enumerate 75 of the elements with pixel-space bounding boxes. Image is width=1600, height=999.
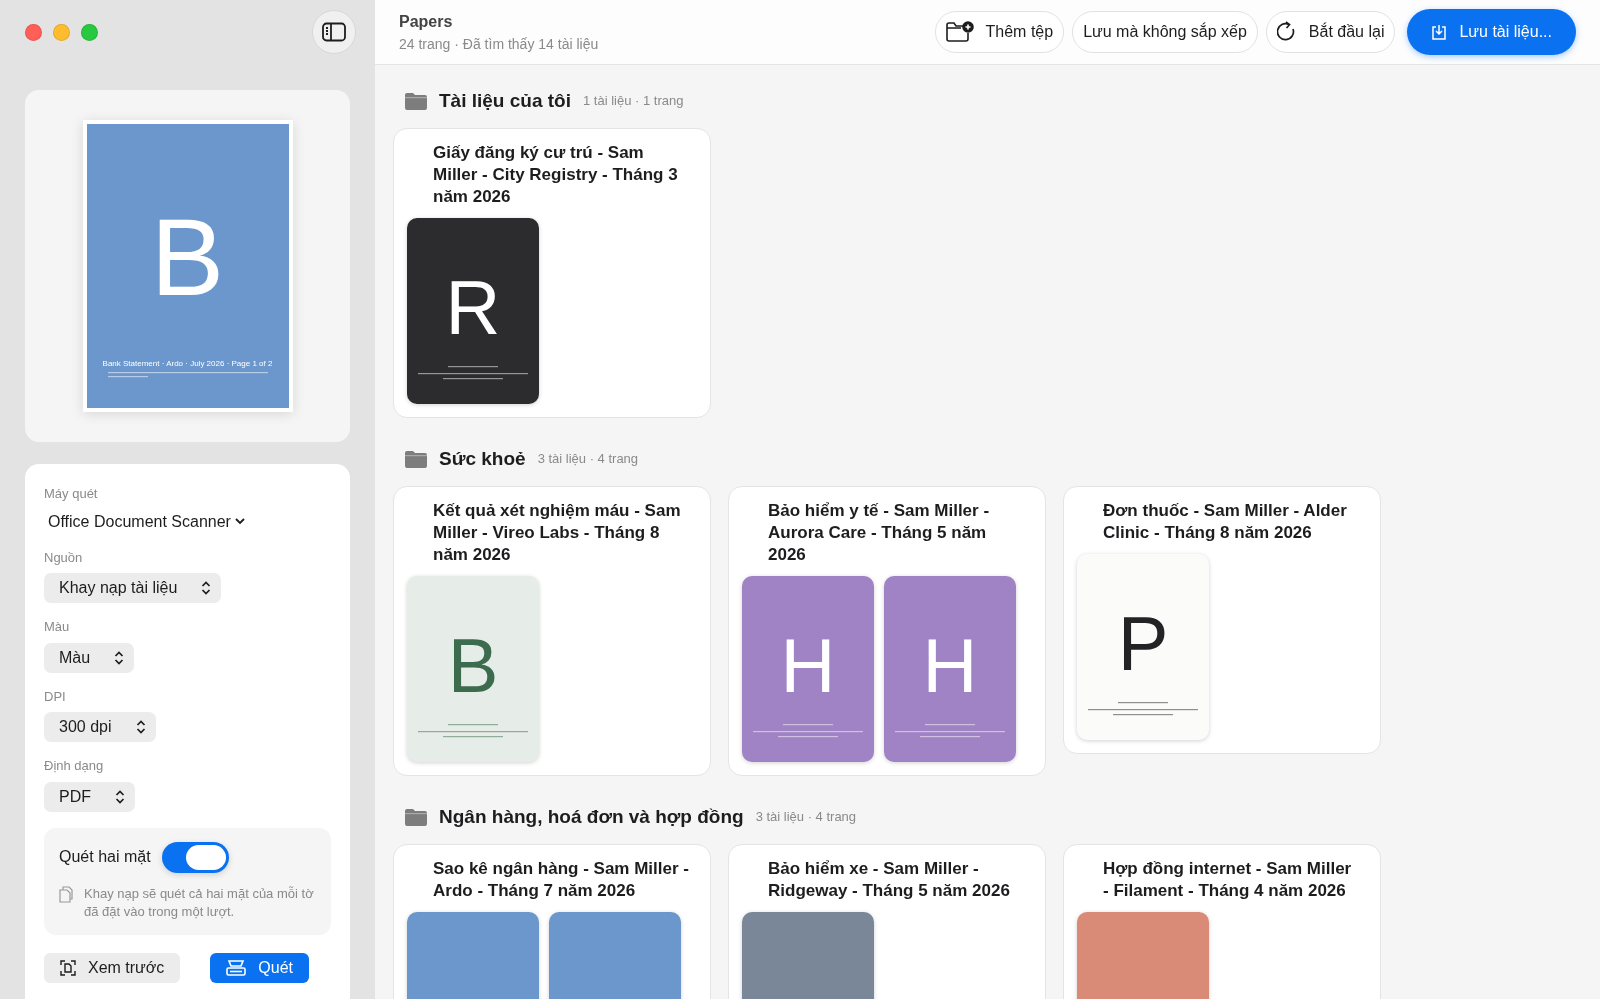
text-lines-icon: [107, 372, 268, 378]
page-letter: B: [447, 628, 499, 704]
toggle-switch[interactable]: [161, 841, 229, 873]
text-lines-icon: [895, 724, 1005, 738]
page-letter: R: [445, 270, 501, 346]
window-subtitle: 24 trang · Đã tìm thấy 14 tài liệu: [399, 34, 599, 54]
page-thumbnail[interactable]: P: [1077, 554, 1209, 740]
folder-icon: [405, 450, 427, 468]
download-icon: [1431, 24, 1448, 40]
page-letter: P: [1117, 606, 1169, 682]
document-title: Hợp đồng internet - Sam Miller - Filament - Tháng 4 năm 2026: [1102, 858, 1353, 902]
up-down-chevron-icon: [201, 581, 212, 595]
scan-button[interactable]: Quét: [210, 952, 309, 983]
text-lines-icon: [1088, 702, 1198, 716]
document-card[interactable]: Sao kê ngân hàng - Sam Miller - Ardo - Tháng 7 năm 2026: [393, 844, 711, 999]
section-title: Ngân hàng, hoá đơn và hợp đồng: [439, 804, 744, 829]
document-card[interactable]: Kết quả xét nghiệm máu - Sam Miller - Vireo Labs - Tháng 8 năm 2026 B: [393, 486, 711, 776]
text-lines-icon: [418, 366, 528, 380]
section-meta: 3 tài liệu · 4 trang: [537, 450, 639, 469]
preview-icon: [60, 959, 76, 976]
toolbar-button[interactable]: Bắt đầu lại: [1265, 11, 1396, 53]
toolbar-button[interactable]: Lưu mà không sắp xếp: [1072, 11, 1258, 53]
sidebar-icon: [322, 22, 346, 42]
folder-icon: [405, 808, 427, 826]
window-control-icon[interactable]: [53, 23, 70, 41]
document-title: Bảo hiểm y tế - Sam Miller - Aurora Care - Tháng 5 năm 2026: [767, 500, 991, 566]
document-title: Bảo hiểm xe - Sam Miller - Ridgeway - Tháng 5 năm 2026: [767, 858, 1011, 902]
up-down-chevron-icon: [135, 720, 146, 734]
text-lines-icon: [753, 724, 863, 738]
field-label: DPI: [44, 687, 67, 706]
document-card[interactable]: Đơn thuốc - Sam Miller - Alder Clinic - Tháng 8 năm 2026 P: [1063, 486, 1381, 754]
toolbar-button[interactable]: Thêm tệp: [934, 11, 1065, 53]
select-field[interactable]: Màu: [44, 642, 135, 673]
page-letter: B: [150, 202, 225, 312]
sidebar-toggle-button[interactable]: [312, 10, 356, 54]
section-title: Tài liệu của tôi: [439, 88, 571, 113]
select-field[interactable]: Khay nạp tài liệu: [44, 573, 222, 603]
folder-icon: [405, 92, 427, 110]
document-title: Kết quả xét nghiệm máu - Sam Miller - Vireo Labs - Tháng 8 năm 2026: [432, 500, 682, 566]
refresh-icon: [1276, 21, 1297, 43]
page-letter: H: [780, 628, 836, 704]
select-field[interactable]: PDF: [44, 781, 135, 812]
toggle-label: Quét hai mặt: [59, 847, 151, 867]
preview-button[interactable]: Xem trước: [44, 952, 181, 983]
document-title: Giấy đăng ký cư trú - Sam Miller - City Registry - Tháng 3 năm 2026: [432, 142, 679, 208]
hint-text: Khay nạp sẽ quét cả hai mặt của mỗi tờ đã đặt vào trong một lượt.: [84, 884, 315, 921]
documents-icon: [59, 885, 73, 903]
window-control-icon[interactable]: [25, 23, 42, 41]
field-label: Nguồn: [44, 548, 84, 567]
window-control-icon[interactable]: [81, 23, 98, 41]
scanner-icon: [226, 959, 247, 976]
folder-plus-icon: [945, 21, 974, 43]
document-card[interactable]: Hợp đồng internet - Sam Miller - Filament - Tháng 4 năm 2026: [1063, 844, 1381, 999]
field-label: Định dạng: [44, 757, 105, 775]
up-down-chevron-icon: [114, 650, 125, 665]
document-title: Đơn thuốc - Sam Miller - Alder Clinic - Tháng 8 năm 2026: [1102, 500, 1348, 544]
document-card[interactable]: Bảo hiểm xe - Sam Miller - Ridgeway - Tháng 5 năm 2026: [728, 844, 1046, 999]
select-field[interactable]: 300 dpi: [44, 712, 156, 742]
document-title: Sao kê ngân hàng - Sam Miller - Ardo - Tháng 7 năm 2026: [432, 858, 690, 902]
up-down-chevron-icon: [115, 789, 125, 804]
document-card[interactable]: Giấy đăng ký cư trú - Sam Miller - City Registry - Tháng 3 năm 2026 R: [393, 128, 711, 418]
page-letter: H: [922, 628, 978, 704]
section-meta: 3 tài liệu · 4 trang: [755, 808, 857, 827]
scanner-dropdown[interactable]: Office Document Scanner: [44, 509, 249, 534]
page-thumbnail[interactable]: B: [407, 576, 539, 762]
field-label: Máy quét: [44, 485, 99, 503]
save-button[interactable]: Lưu tài liệu...: [1407, 9, 1576, 55]
chevron-down-icon: [234, 518, 245, 525]
section-meta: 1 tài liệu · 1 trang: [583, 92, 684, 111]
page-thumbnail[interactable]: R: [407, 218, 539, 404]
window-title: Papers: [399, 11, 454, 32]
field-label: Màu: [44, 618, 71, 636]
page-caption: Bank Statement · Ardo · July 2026 · Page 1 of 2: [102, 358, 273, 370]
section-title: Sức khoẻ: [439, 446, 526, 471]
text-lines-icon: [418, 724, 528, 738]
